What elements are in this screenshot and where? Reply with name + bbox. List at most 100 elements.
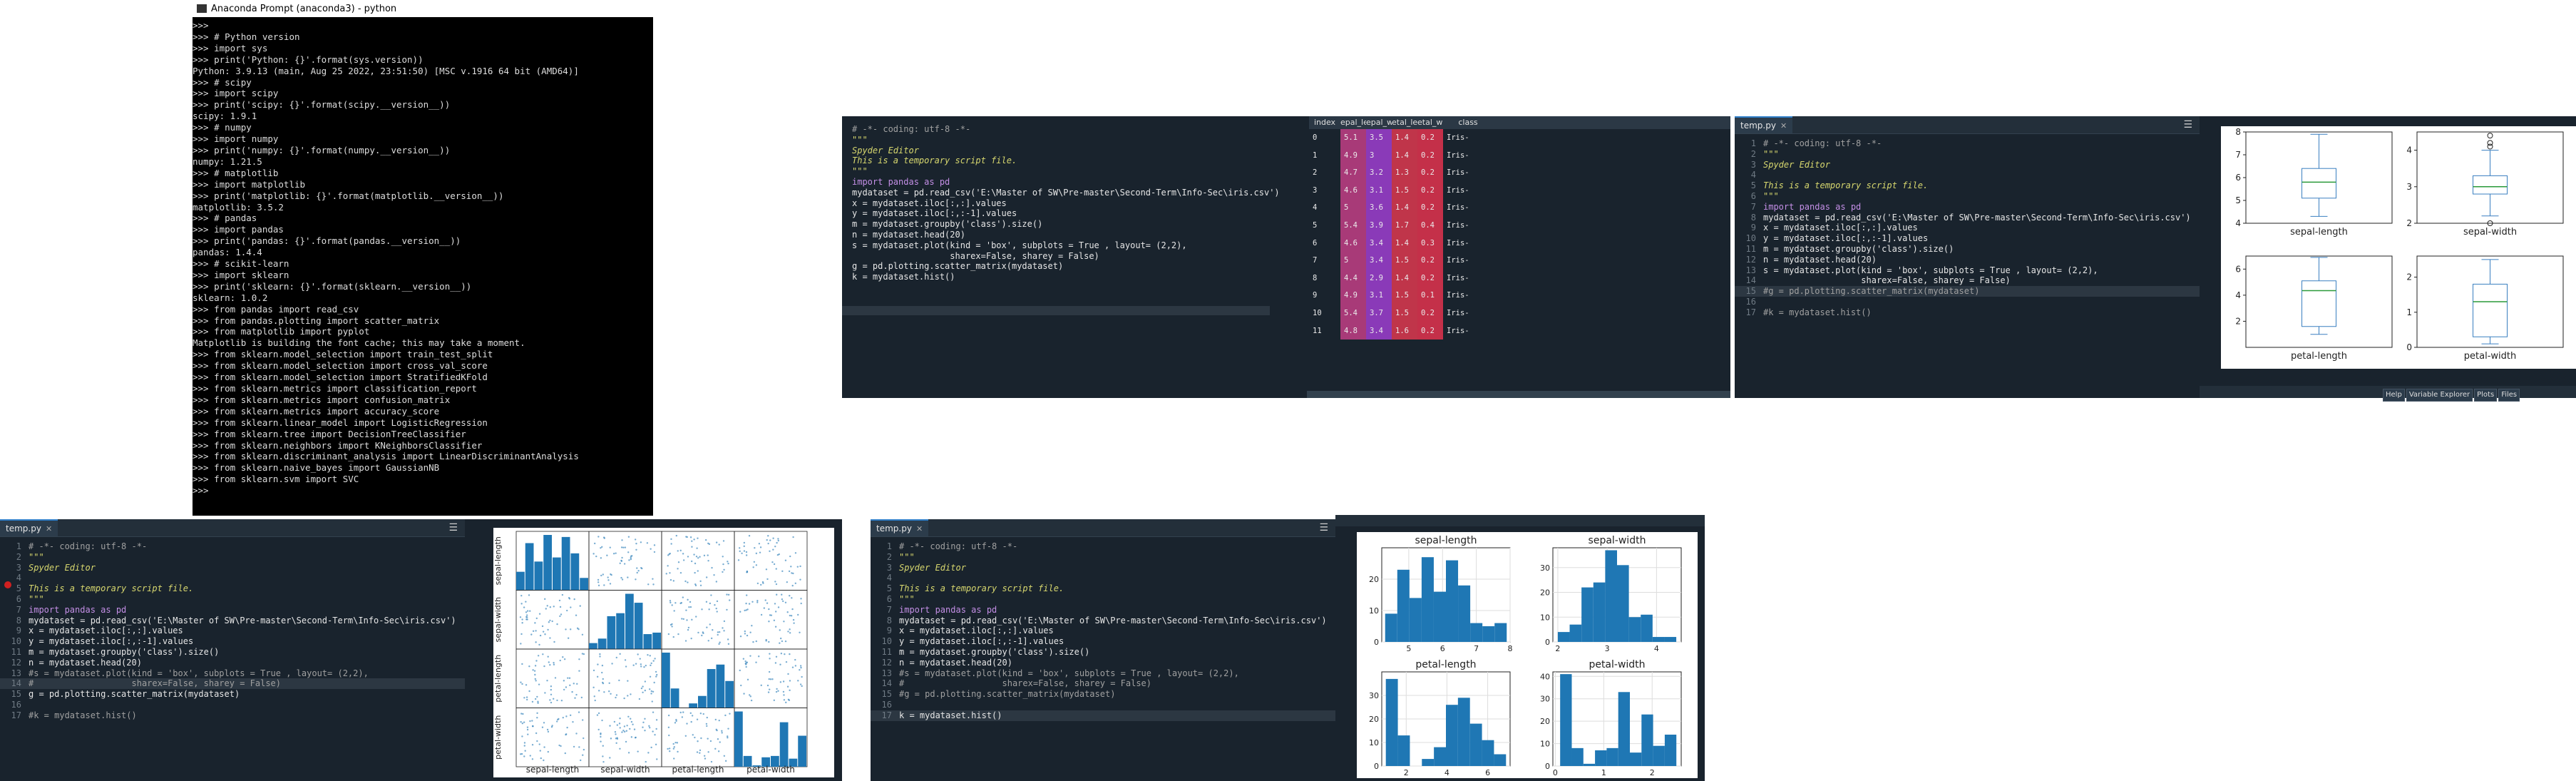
scatter-point: [652, 578, 654, 580]
scatter-point: [797, 613, 799, 616]
table-row[interactable]: 11 4.83.41.60.2 Iris-setosa: [1309, 322, 1730, 340]
table-cell: 0.2: [1417, 269, 1443, 287]
code-line: n = mydataset.head(20): [852, 230, 1307, 240]
column-header[interactable]: class: [1443, 116, 1493, 129]
scatter-point: [705, 576, 708, 578]
scatter-point: [559, 615, 561, 618]
scatter-point: [687, 628, 689, 631]
y-tick-label: 40: [1540, 672, 1550, 681]
column-header[interactable]: etal_widt: [1417, 116, 1443, 129]
table-row[interactable]: 10 5.43.71.50.2 Iris-setosa: [1309, 304, 1730, 322]
options-menu-icon[interactable]: ☰: [2183, 119, 2192, 131]
console-line: scipy: 1.9.1: [193, 111, 257, 122]
table-cell: Iris-setosa: [1447, 220, 1469, 230]
code-editor-bottom-left[interactable]: 1 # -*- coding: utf-8 -*- 2 """ 3 Spyder Edit…: [0, 537, 465, 721]
plots-pane-histogram: sepal-length 0 10 20 5 6 7 8 sepal-width 0 10 20 30 2…: [1335, 515, 1705, 781]
code-editor-right[interactable]: 1 # -*- coding: utf-8 -*- 2 """ 3 Spyder Edit…: [1735, 134, 2200, 318]
scatter-point: [783, 621, 785, 623]
table-row[interactable]: 0 5.13.51.40.2 Iris-setosa: [1309, 129, 1730, 147]
pane-tab-plots[interactable]: Plots: [2474, 389, 2498, 402]
scatter-point: [546, 679, 548, 682]
scatter-point: [677, 561, 680, 563]
console-output[interactable]: >>> >>> # Python version >>> import sys >>>…: [193, 17, 653, 496]
console-line: >>> from sklearn.tree import DecisionTre…: [193, 428, 466, 439]
column-header[interactable]: epal_lengt: [1340, 116, 1366, 129]
code-text: Spyder Editor: [29, 562, 96, 573]
histogram-bar: [1434, 747, 1446, 766]
code-editor-bottom-middle[interactable]: 1 # -*- coding: utf-8 -*- 2 """ 3 Spyder Edit…: [871, 537, 1335, 721]
scatter-point: [745, 594, 748, 596]
scatter-point: [743, 693, 745, 695]
tab-temp-py[interactable]: temp.py ✕: [871, 519, 929, 536]
scatter-point: [569, 684, 571, 686]
pane-tab-help[interactable]: Help: [2383, 389, 2405, 402]
table-row[interactable]: 4 53.61.40.2 Iris-setosa: [1309, 199, 1730, 217]
code-line: 15 g = pd.plotting.scatter_matrix(mydatas…: [0, 689, 465, 700]
scatter-matrix-figure[interactable]: sepal-length sepal-length sepal-width sepal…: [493, 528, 834, 777]
table-row[interactable]: 2 4.73.21.30.2 Iris-setosa: [1309, 164, 1730, 182]
table-cell: 3.1: [1366, 287, 1392, 305]
line-number: 11: [881, 646, 892, 657]
scatter-point: [601, 671, 603, 674]
scatter-point: [769, 614, 771, 616]
matrix-cell: [734, 590, 808, 650]
column-header[interactable]: index: [1309, 116, 1340, 129]
code-text: This is a temporary script file.: [1763, 180, 1929, 191]
breakpoint-icon[interactable]: [4, 581, 11, 588]
column-header[interactable]: etal_lengt: [1392, 116, 1417, 129]
histogram-figure[interactable]: sepal-length 0 10 20 5 6 7 8 sepal-width 0 10 20 30 2…: [1357, 532, 1698, 778]
y-tick-label: 4: [2406, 146, 2412, 155]
console-line: >>> from sklearn.metrics import classifi…: [193, 383, 477, 394]
spyder-editor-bottom-left: temp.py ✕ ☰ 1 # -*- coding: utf-8 -*- 2 """ 3…: [0, 519, 465, 781]
plots-toolbar[interactable]: [1335, 515, 1705, 526]
y-tick-label: 0: [1545, 638, 1550, 647]
line-number: 15: [11, 689, 21, 700]
histogram-bar: [725, 680, 734, 708]
scatter-point: [729, 713, 731, 715]
code-editor-top[interactable]: # -*- coding: utf-8 -*- """ Spyder Editor T…: [842, 116, 1307, 282]
column-header[interactable]: epal_widt: [1366, 116, 1392, 129]
tab-temp-py[interactable]: temp.py ✕: [0, 519, 58, 536]
histogram-bar: [570, 553, 580, 591]
pane-tab-files[interactable]: Files: [2498, 389, 2520, 402]
options-menu-icon[interactable]: ☰: [1319, 522, 1328, 534]
close-tab-icon[interactable]: ✕: [1780, 121, 1787, 131]
scatter-point: [534, 665, 537, 667]
line-number: 12: [11, 657, 21, 668]
scatter-point: [788, 570, 791, 573]
scatter-point: [650, 664, 652, 667]
console-line: matplotlib: 3.5.2: [193, 201, 284, 213]
spyder-editor-right: temp.py ✕ ☰ 1 # -*- coding: utf-8 -*- 2 """ 3…: [1735, 116, 2200, 398]
close-tab-icon[interactable]: ✕: [46, 524, 52, 534]
pane-tab-variable-explorer[interactable]: Variable Explorer: [2406, 389, 2473, 402]
table-row[interactable]: 1 4.931.40.2 Iris-setosa: [1309, 146, 1730, 165]
scatter-point: [727, 643, 730, 645]
scatter-point: [745, 663, 747, 665]
scatter-point: [560, 700, 563, 702]
x-axis-label: sepal-width: [600, 765, 650, 775]
console-title-bar[interactable]: Anaconda Prompt (anaconda3) - python: [193, 0, 653, 17]
code-text: #k = mydataset.hist(): [1763, 307, 1872, 317]
table-row[interactable]: 5 5.43.91.70.4 Iris-setosa: [1309, 216, 1730, 235]
table-row[interactable]: 7 53.41.50.2 Iris-setosa: [1309, 252, 1730, 270]
options-menu-icon[interactable]: ☰: [448, 522, 458, 534]
table-row[interactable]: 6 4.63.41.40.3 Iris-setosa: [1309, 234, 1730, 252]
anaconda-prompt-window[interactable]: Anaconda Prompt (anaconda3) - python >>>…: [193, 0, 653, 516]
horizontal-scrollbar[interactable]: [1307, 391, 1730, 398]
box-plot-figure[interactable]: 4 5 6 7 8 sepal-length 2 3 4 sepal-width 2 4 6 petal-…: [2221, 126, 2576, 369]
scatter-point: [630, 693, 632, 695]
table-row[interactable]: 9 4.93.11.50.1 Iris-setosa: [1309, 287, 1730, 305]
table-row[interactable]: 8 4.42.91.40.2 Iris-setosa: [1309, 269, 1730, 287]
dataframe-body[interactable]: 05.13.51.40.2Iris-setosa14.931.40.2Iris-…: [1309, 129, 1730, 340]
line-number: 13: [1745, 265, 1756, 275]
y-tick-label: 2: [2235, 316, 2241, 326]
histogram-bar: [1433, 591, 1446, 642]
tab-temp-py[interactable]: temp.py ✕: [1735, 116, 1793, 133]
code-line: 14 # sharex=False, sharey = False): [0, 678, 465, 690]
code-text: y = mydataset.iloc[:,:-1].values: [852, 208, 1017, 219]
table-cell: 10: [1313, 308, 1322, 317]
code-line: 10 y = mydataset.iloc[:,:-1].values: [1735, 233, 2200, 244]
close-tab-icon[interactable]: ✕: [916, 524, 923, 534]
scatter-point: [602, 536, 605, 538]
table-row[interactable]: 3 4.63.11.50.2 Iris-setosa: [1309, 181, 1730, 200]
